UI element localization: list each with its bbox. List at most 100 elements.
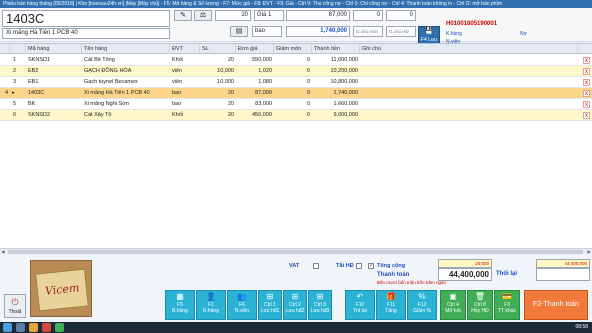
header-qty[interactable]: SL [200, 44, 236, 54]
save-invoice1-button[interactable]: ⊞ Ctrl 1 Lưu hđ1 [258, 290, 282, 320]
cell-total: 9,000,000 [333, 112, 358, 118]
table-row[interactable]: 3 EB1 Gạch tuynel Becamex viên 10,000 1,… [0, 77, 592, 88]
tong-cong-checkbox[interactable]: ✓ [368, 263, 374, 269]
exit-button[interactable]: ⏻ Thoát [4, 294, 26, 318]
cell-unit: viên [172, 68, 183, 74]
cell-unit: bao [172, 90, 182, 96]
tat-hd-checkbox[interactable] [356, 263, 362, 269]
cell-note[interactable] [360, 99, 570, 110]
cell-price[interactable]: 83,000 [236, 99, 274, 110]
table-row[interactable]: 6 SKNSD2 Cát Xây Tô Khối 20 450,000 0 9,… [0, 110, 592, 121]
table-header: Mã hàng Tên hàng ĐVT SL Đơn giá Giảm món… [0, 44, 592, 54]
cell-price[interactable]: 1,080 [236, 77, 274, 88]
cell-note[interactable] [360, 66, 570, 77]
cell-price[interactable]: 550,000 [236, 55, 274, 66]
cancel-invoice-button[interactable]: 🗑 Ctrl 8 Hủy HĐ [467, 290, 493, 320]
f5-products-button[interactable]: ▦ F5 B.hàng [165, 290, 195, 320]
cell-qty[interactable]: 20 [200, 99, 236, 110]
cell-discount[interactable]: 0 [274, 88, 312, 99]
header-price[interactable]: Đơn giá [236, 44, 274, 54]
item-note-field[interactable]: G.chú món [353, 26, 383, 37]
cell-price[interactable]: 87,000 [236, 88, 274, 99]
scale-icon[interactable]: ⚖ [194, 10, 212, 21]
os-taskbar: 08:58 [0, 322, 592, 333]
cell-note[interactable] [360, 55, 570, 66]
cell-total: 11,000,000 [330, 57, 358, 63]
invoice-note-field[interactable]: G.chú HĐ [386, 26, 416, 37]
thanh-toan-value[interactable]: 44,400,000 [438, 268, 492, 281]
header-note[interactable]: Ghi chú [360, 44, 578, 54]
user-icon: 👤 [206, 292, 216, 301]
cell-total: 1,740,000 [333, 90, 358, 96]
btn-label: Giảm % [413, 308, 431, 314]
cell-qty[interactable]: 10,000 [200, 66, 236, 77]
save-invoice2-button[interactable]: ⊞ Ctrl 2 Lưu hđ2 [283, 290, 307, 320]
f10-return-button[interactable]: ↶ F10 Trả lại [345, 290, 375, 320]
customer-label[interactable]: K.hàng [446, 31, 462, 37]
discount2-field[interactable]: 0 [386, 10, 416, 21]
start-icon[interactable] [3, 323, 12, 332]
other-payment-button[interactable]: 💳 F3 TT khác [494, 290, 520, 320]
delete-row-icon[interactable]: x [583, 68, 590, 75]
f11-gift-button[interactable]: 🎁 F11 Tặng [376, 290, 406, 320]
table-row[interactable]: 2 EB2 GẠCH ĐỒNG HÒA viên 10,000 1,020 0 … [0, 66, 592, 77]
delete-row-icon[interactable]: x [583, 90, 590, 97]
vat-label: VAT [289, 263, 300, 269]
line-amount-field: 1,740,000 [286, 26, 350, 37]
app-icon[interactable] [55, 323, 64, 332]
delete-row-icon[interactable]: x [583, 112, 590, 119]
table-row[interactable]: 1 SKNSD1 Cát Bê Tông Khối 20 550,000 0 1… [0, 55, 592, 66]
thoi-lai-field[interactable] [536, 268, 590, 281]
product-code-input[interactable]: 1403C [2, 10, 170, 27]
search-icon[interactable] [16, 323, 25, 332]
delete-row-icon[interactable]: x [583, 79, 590, 86]
cell-discount[interactable]: 0 [274, 77, 312, 88]
unit-lookup-icon[interactable]: ▤ [230, 26, 248, 37]
edit-icon[interactable]: ✎ [174, 10, 192, 21]
product-name-input[interactable]: Xi măng Hà Tiên 1 PCB 40 [2, 28, 170, 39]
cell-note[interactable] [360, 88, 570, 99]
browser-icon[interactable] [42, 323, 51, 332]
vat-checkbox[interactable] [313, 263, 319, 269]
header-code[interactable]: Mã hàng [26, 44, 82, 54]
footer-panel: Vicem ⏻ Thoát VAT Tắt HĐ ✓ Tổng cộng 20,… [0, 254, 592, 322]
checkout-button[interactable]: F2-Thanh toán [524, 290, 588, 320]
cell-discount[interactable]: 0 [274, 66, 312, 77]
folder-icon[interactable] [29, 323, 38, 332]
table-row[interactable]: 5 BK Xi măng Nghi Sơn bao 20 83,000 0 1,… [0, 99, 592, 110]
cell-discount[interactable]: 0 [274, 99, 312, 110]
cell-price[interactable]: 1,020 [236, 66, 274, 77]
unit-select[interactable]: bao [252, 26, 282, 37]
invoice-items-table: Mã hàng Tên hàng ĐVT SL Đơn giá Giảm món… [0, 43, 592, 248]
unit-price-field[interactable]: 87,000 [286, 10, 350, 21]
cell-qty[interactable]: 20 [200, 110, 236, 121]
discount1-field[interactable]: 0 [353, 10, 383, 21]
cell-name: GẠCH ĐỒNG HÒA [84, 68, 132, 74]
delete-row-icon[interactable]: x [583, 57, 590, 64]
cell-qty[interactable]: 20 [200, 88, 236, 99]
cell-unit: viên [172, 79, 183, 85]
cell-qty[interactable]: 20 [200, 55, 236, 66]
cell-note[interactable] [360, 110, 570, 121]
header-total[interactable]: Thành tiền [312, 44, 360, 54]
table-row-selected[interactable]: 4 ▸ 1403C Xi măng Hà Tiên 1 PCB 40 bao 2… [0, 88, 592, 99]
cell-code: 1403C [28, 90, 45, 96]
save-invoice3-button[interactable]: ⊞ Ctrl 3 Lưu hđ3 [308, 290, 332, 320]
f1-customer-button[interactable]: 👤 F1 K.hàng [196, 290, 226, 320]
quantity-field[interactable]: 20 [215, 10, 251, 21]
cell-no: 2 [12, 68, 16, 74]
cell-note[interactable] [360, 77, 570, 88]
f6-staff-button[interactable]: 👥 F6 N.viên [227, 290, 257, 320]
price-level-select[interactable]: Giá 1 [254, 10, 284, 21]
header-discount[interactable]: Giảm món [274, 44, 312, 54]
open-drawer-button[interactable]: ▣ Ctrl 4 Mở két [440, 290, 466, 320]
cell-qty[interactable]: 10,000 [200, 77, 236, 88]
header-unit[interactable]: ĐVT [170, 44, 200, 54]
cell-discount[interactable]: 0 [274, 55, 312, 66]
cell-name: Xi măng Hà Tiên 1 PCB 40 [84, 90, 150, 96]
cell-price[interactable]: 450,000 [236, 110, 274, 121]
header-name[interactable]: Tên hàng [82, 44, 170, 54]
delete-row-icon[interactable]: x [583, 101, 590, 108]
cell-discount[interactable]: 0 [274, 110, 312, 121]
f12-discount-button[interactable]: % F12 Giảm % [407, 290, 437, 320]
